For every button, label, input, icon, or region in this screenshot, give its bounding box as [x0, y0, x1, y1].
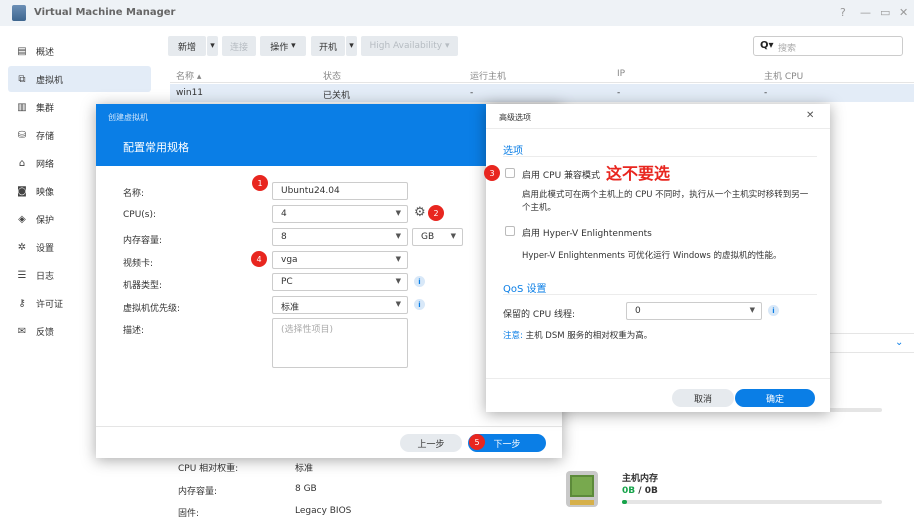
cpu-weight-value: 标准 [295, 464, 314, 474]
divider [503, 156, 817, 157]
col-ip[interactable]: IP [617, 69, 625, 79]
hyperv-label: 启用 Hyper-V Enlightenments [522, 229, 652, 239]
firmware-value: Legacy BIOS [295, 506, 352, 516]
cpu-select[interactable]: 4 ▼ [272, 205, 408, 223]
new-button[interactable]: 新增 [168, 36, 206, 56]
annotation-badge-2: 2 [428, 205, 444, 221]
connect-button[interactable]: 连接 [222, 36, 256, 56]
ok-button[interactable]: 确定 [735, 389, 815, 407]
minimize-icon[interactable]: — [860, 6, 871, 19]
sidebar-item-overview[interactable]: ▤ 概述 [8, 38, 151, 64]
col-host-cpu[interactable]: 主机 CPU [764, 69, 803, 82]
action-button[interactable]: 操作 ▾ [260, 36, 306, 56]
memory-unit-select[interactable]: GB ▼ [412, 228, 463, 246]
shield-icon: ◈ [18, 213, 26, 225]
cpu-weight-label: CPU 相对权重: [178, 464, 239, 474]
key-icon: ⚷ [18, 297, 26, 309]
search-icon: Q▾ [760, 40, 774, 51]
overview-icon: ▤ [17, 45, 27, 57]
firmware-label: 固件: [178, 509, 200, 519]
breadcrumb: 创建虚拟机 [108, 113, 148, 122]
divider [486, 378, 830, 379]
host-memory-bar [622, 500, 882, 504]
description-textarea[interactable]: (选择性项目) [272, 318, 408, 368]
hyperv-description: Hyper-V Enlightenments 可优化运行 Windows 的虚拟… [522, 251, 782, 261]
vm-icon: ⧉ [18, 73, 26, 85]
memory-size-field[interactable]: 8 ▼ [272, 228, 408, 246]
help-icon[interactable]: ? [840, 6, 846, 19]
expand-icon[interactable]: ⌄ [895, 337, 903, 348]
host-memory-usage: 0B / 0B [622, 486, 658, 496]
cancel-button[interactable]: 取消 [672, 389, 734, 407]
annotation-badge-1: 1 [252, 175, 268, 191]
machine-type-select[interactable]: PC ▼ [272, 273, 408, 291]
col-host[interactable]: 运行主机 [470, 69, 506, 82]
storage-icon: ⛁ [17, 129, 27, 141]
log-icon: ☰ [17, 269, 27, 281]
col-name[interactable]: 名称 ▴ [176, 69, 201, 82]
divider [96, 426, 562, 427]
annotation-badge-5: 5 [469, 434, 485, 450]
high-availability-button[interactable]: High Availability ▾ [361, 36, 458, 56]
name-field[interactable]: Ubuntu24.04 [272, 182, 408, 200]
close-icon[interactable]: ✕ [806, 110, 814, 121]
cpu-compat-description: 启用此模式可在两个主机上的 CPU 不同时，执行从一个主机实时移转到另一个主机。 [522, 190, 809, 213]
close-icon[interactable]: ✕ [899, 6, 908, 19]
network-icon: ⌂ [18, 157, 26, 169]
annotation-warning-text: 这不要选 [606, 164, 671, 183]
info-icon[interactable]: i [414, 299, 425, 310]
reserved-cpu-select[interactable]: 0 ▼ [626, 302, 762, 320]
annotation-badge-4: 4 [251, 251, 267, 267]
cluster-icon: ▥ [17, 101, 27, 113]
annotation-badge-3: 3 [484, 165, 500, 181]
memory-label: 内存容量: [178, 487, 218, 497]
host-memory-title: 主机内存 [622, 474, 659, 484]
section-qos-title: QoS 设置 [503, 284, 547, 295]
app-title: Virtual Machine Manager [34, 7, 176, 18]
table-row[interactable]: win11 已关机 - - - [170, 84, 914, 102]
page-title: 配置常用规格 [123, 141, 189, 154]
host-memory-fill [622, 500, 628, 504]
power-dropdown-button[interactable]: ▾ [346, 36, 357, 56]
memory-value: 8 GB [295, 484, 317, 494]
divider [486, 128, 830, 129]
search-input[interactable]: Q▾ 搜索 [753, 36, 903, 56]
table-header: 名称 ▴ 状态 运行主机 IP 主机 CPU [170, 66, 914, 83]
new-dropdown-button[interactable]: ▾ [207, 36, 218, 56]
power-on-button[interactable]: 开机 [311, 36, 345, 56]
image-icon: ◙ [17, 185, 27, 197]
prev-button[interactable]: 上一步 [400, 434, 462, 452]
app-logo-icon [12, 5, 26, 21]
cpu-compat-label: 启用 CPU 兼容模式 [522, 171, 601, 181]
cpu-compat-checkbox[interactable] [505, 168, 515, 178]
hyperv-checkbox[interactable] [505, 226, 515, 236]
sidebar-item-vm[interactable]: ⧉ 虚拟机 [8, 66, 151, 92]
dialog-title: 高级选项 [499, 113, 531, 122]
video-card-select[interactable]: vga ▼ [272, 251, 408, 269]
ram-chip-icon [563, 468, 601, 512]
advanced-options-dialog: 高级选项 ✕ 选项 启用 CPU 兼容模式 启用此模式可在两个主机上的 CPU … [486, 104, 830, 412]
qos-note: 注意: 主机 DSM 服务的相对权重为高。 [503, 331, 653, 341]
cpu-settings-gear-icon[interactable]: ⚙ [414, 205, 426, 220]
info-icon[interactable]: i [414, 276, 425, 287]
section-options-title: 选项 [503, 146, 523, 157]
info-icon[interactable]: i [768, 305, 779, 316]
priority-select[interactable]: 标准 ▼ [272, 296, 408, 314]
gear-icon: ✲ [17, 241, 27, 253]
col-status[interactable]: 状态 [323, 69, 341, 82]
maximize-icon[interactable]: ▭ [880, 6, 890, 19]
mail-icon: ✉ [17, 325, 27, 337]
divider [503, 294, 817, 295]
reserved-cpu-label: 保留的 CPU 线程: [503, 310, 576, 320]
